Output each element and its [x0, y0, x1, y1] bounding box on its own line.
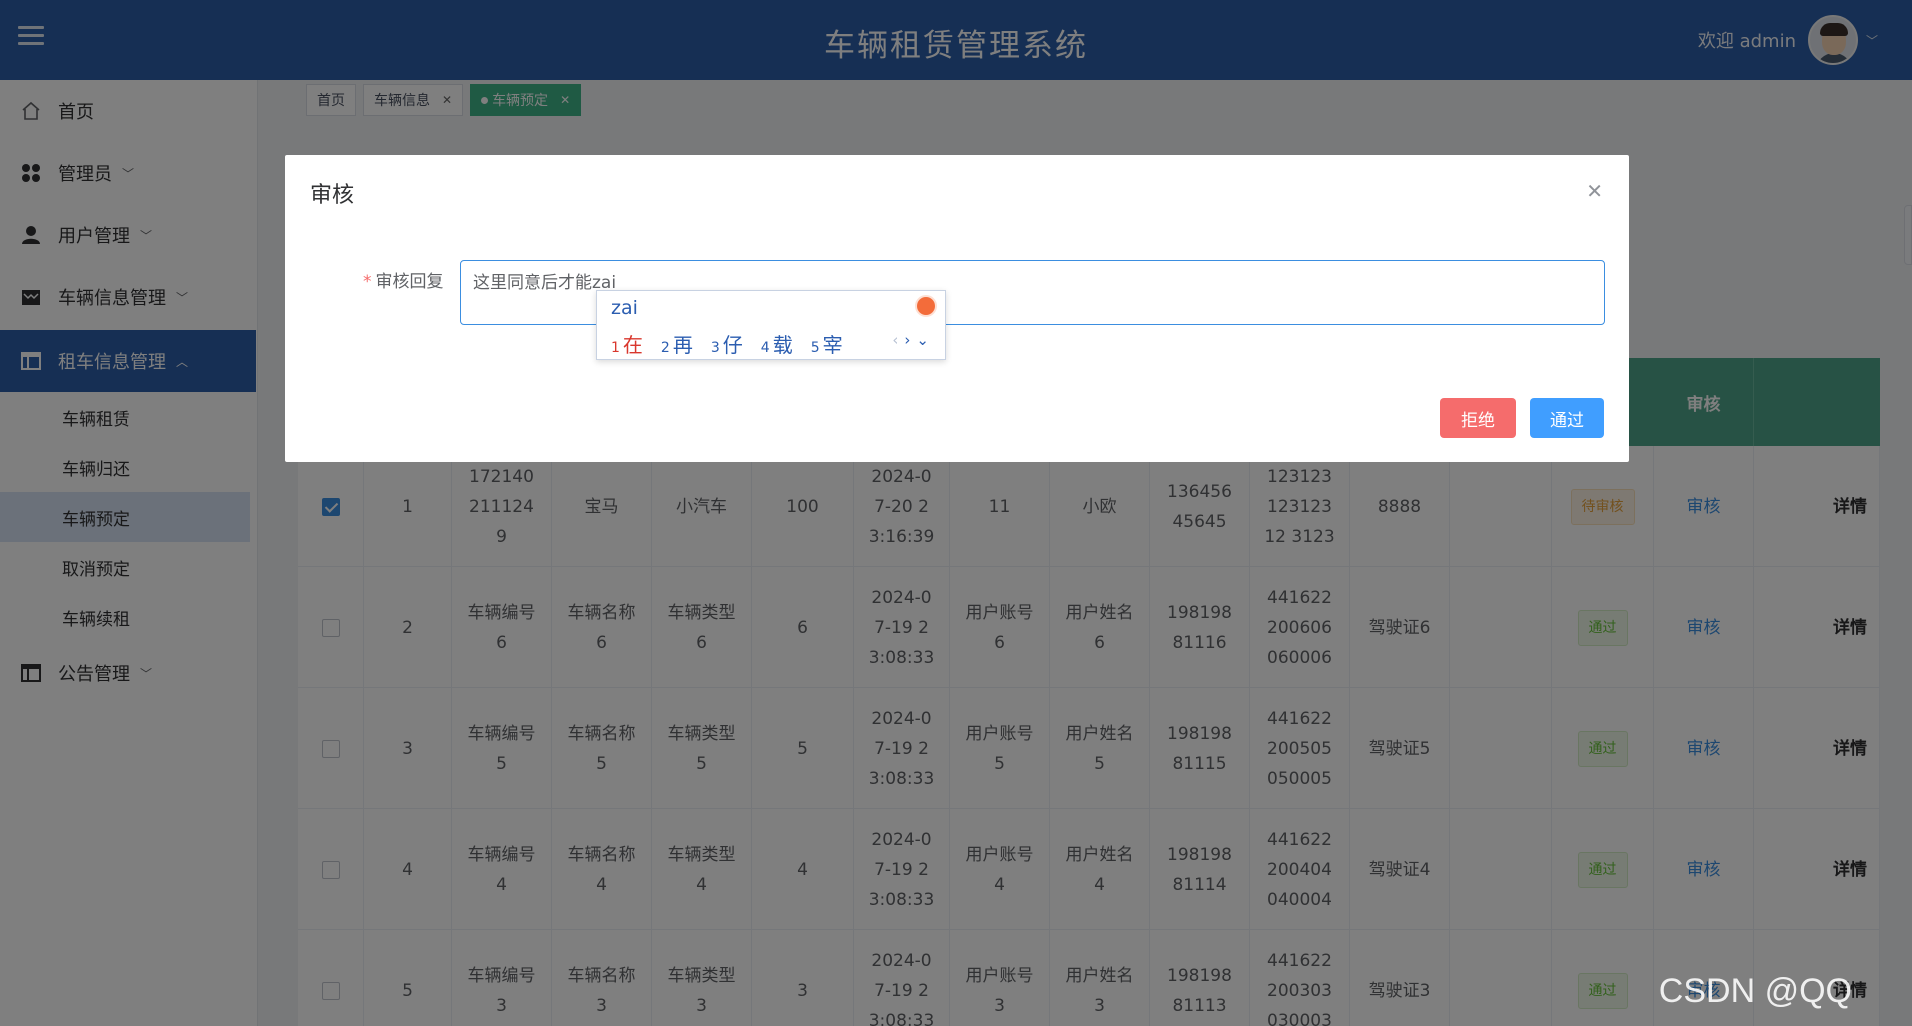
- chevron-left-icon[interactable]: ‹: [892, 331, 904, 349]
- ime-logo-icon: [915, 295, 937, 317]
- required-mark: *: [363, 272, 372, 292]
- ime-candidate-char: 宰: [822, 333, 843, 357]
- ime-candidate[interactable]: 4载: [761, 329, 793, 358]
- ime-candidate-number: 5: [810, 340, 820, 356]
- chevron-right-icon[interactable]: ›: [904, 331, 916, 349]
- ime-candidate-number: 3: [710, 340, 720, 356]
- ime-candidate[interactable]: 2再: [661, 329, 693, 358]
- ime-candidate-char: 仔: [722, 333, 743, 357]
- audit-dialog: 审核 ✕ * 审核回复 这里同意后才能zai 拒绝 通过: [285, 155, 1629, 462]
- ime-candidate[interactable]: 3仔: [711, 329, 743, 358]
- reject-button[interactable]: 拒绝: [1440, 398, 1516, 438]
- ime-candidate-char: 再: [672, 333, 693, 357]
- dialog-title: 审核: [310, 183, 355, 208]
- reply-label: * 审核回复: [363, 267, 444, 292]
- close-icon[interactable]: ✕: [1586, 179, 1603, 203]
- ime-candidate-number: 2: [660, 340, 670, 356]
- ime-pager[interactable]: ‹›⌄: [892, 331, 935, 349]
- ime-candidate-number: 4: [760, 340, 770, 356]
- ime-candidate-char: 载: [772, 333, 793, 357]
- ime-candidate[interactable]: 5宰: [811, 329, 843, 358]
- ime-candidate[interactable]: 1在: [611, 329, 643, 358]
- ime-candidate-popup: zai 1在 2再 3仔 4载 5宰 ‹›⌄: [596, 290, 946, 360]
- modal-overlay[interactable]: [0, 0, 1912, 1026]
- ime-candidates: 1在 2再 3仔 4载 5宰: [611, 329, 861, 358]
- reply-label-text: 审核回复: [375, 272, 444, 292]
- chevron-down-icon[interactable]: ⌄: [916, 331, 935, 349]
- watermark: CSDN @QQ: [1658, 972, 1852, 1010]
- ime-candidate-number: 1: [611, 340, 620, 356]
- approve-button[interactable]: 通过: [1530, 398, 1604, 438]
- ime-composition: zai: [611, 297, 638, 319]
- ime-candidate-char: 在: [622, 333, 643, 357]
